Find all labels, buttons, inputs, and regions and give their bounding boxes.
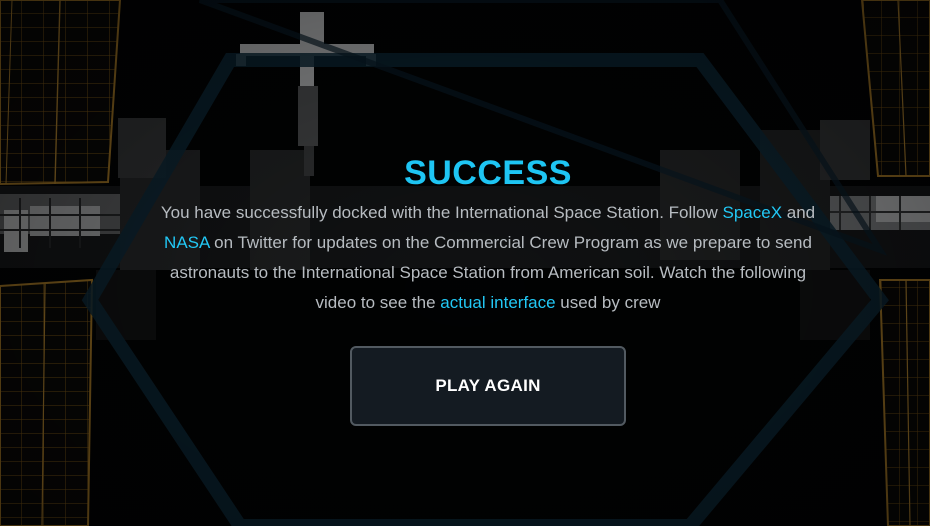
message-text-4: used by crew [555,293,661,312]
spacex-link[interactable]: SpaceX [723,203,783,222]
message-text-1: You have successfully docked with the In… [160,203,723,222]
actual-interface-link[interactable]: actual interface [440,293,555,312]
success-title: SUCCESS [404,154,572,192]
message-text-2: and [782,203,816,222]
play-again-button[interactable]: PLAY AGAIN [350,346,626,426]
success-message: You have successfully docked with the In… [148,198,828,318]
nasa-link[interactable]: NASA [164,233,209,252]
